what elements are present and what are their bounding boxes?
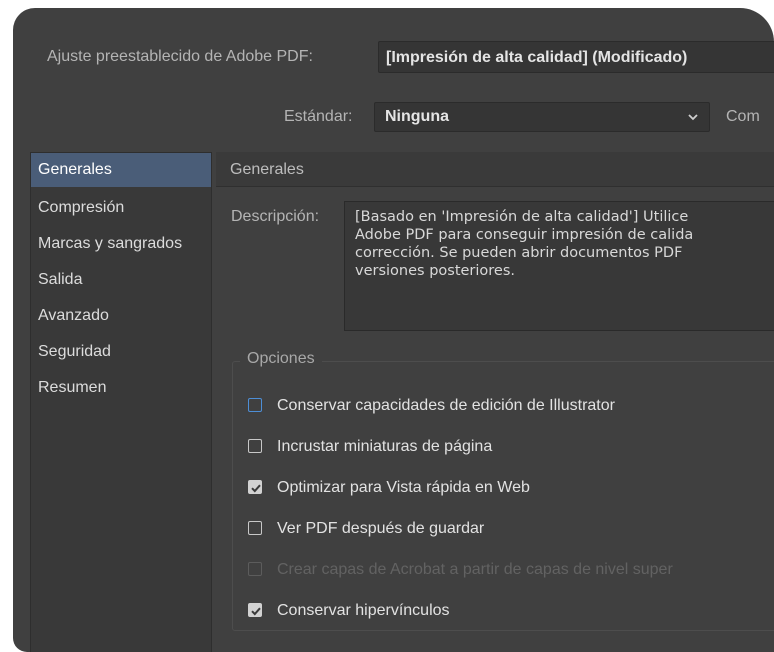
checkmark-icon: [251, 607, 261, 616]
checkbox-checked[interactable]: [248, 603, 262, 617]
preset-label: Ajuste preestablecido de Adobe PDF:: [47, 48, 313, 65]
checkbox-disabled: [248, 562, 262, 576]
checkbox-checked[interactable]: [248, 480, 262, 494]
checkbox-unchecked[interactable]: [248, 521, 262, 535]
preset-field[interactable]: [Impresión de alta calidad] (Modificado): [378, 41, 774, 73]
standard-value: Ninguna: [385, 108, 449, 125]
sidebar: Generales Compresión Marcas y sangrados …: [30, 152, 212, 652]
chevron-down-icon: [688, 114, 698, 121]
sidebar-item-avanzado[interactable]: Avanzado: [31, 299, 211, 333]
standard-label: Estándar:: [284, 108, 353, 125]
sidebar-item-generales[interactable]: Generales: [31, 153, 211, 187]
pdf-options-dialog: Ajuste preestablecido de Adobe PDF: [Imp…: [13, 8, 774, 652]
checkmark-icon: [251, 484, 261, 493]
compatibility-label: Com: [726, 108, 760, 125]
description-line: [Basado en 'Impresión de alta calidad'] …: [355, 209, 689, 225]
sidebar-item-seguridad[interactable]: Seguridad: [31, 335, 211, 369]
options-title: Opciones: [240, 350, 322, 368]
description-box[interactable]: [Basado en 'Impresión de alta calidad'] …: [344, 201, 774, 331]
section-header: Generales: [216, 152, 774, 187]
description-line: Adobe PDF para conseguir impresión de ca…: [355, 227, 694, 243]
description-line: corrección. Se pueden abrir documentos P…: [355, 245, 683, 261]
sidebar-item-compresion[interactable]: Compresión: [31, 191, 211, 225]
sidebar-item-marcas-sangrados[interactable]: Marcas y sangrados: [31, 227, 211, 261]
sidebar-item-resumen[interactable]: Resumen: [31, 371, 211, 405]
section-title: Generales: [230, 161, 304, 178]
sidebar-item-salida[interactable]: Salida: [31, 263, 211, 297]
description-label: Descripción:: [231, 208, 320, 225]
standard-select[interactable]: Ninguna: [374, 102, 710, 132]
checkbox-unchecked[interactable]: [248, 439, 262, 453]
description-line: versiones posteriores.: [355, 263, 516, 279]
checkbox-unchecked[interactable]: [248, 398, 262, 412]
